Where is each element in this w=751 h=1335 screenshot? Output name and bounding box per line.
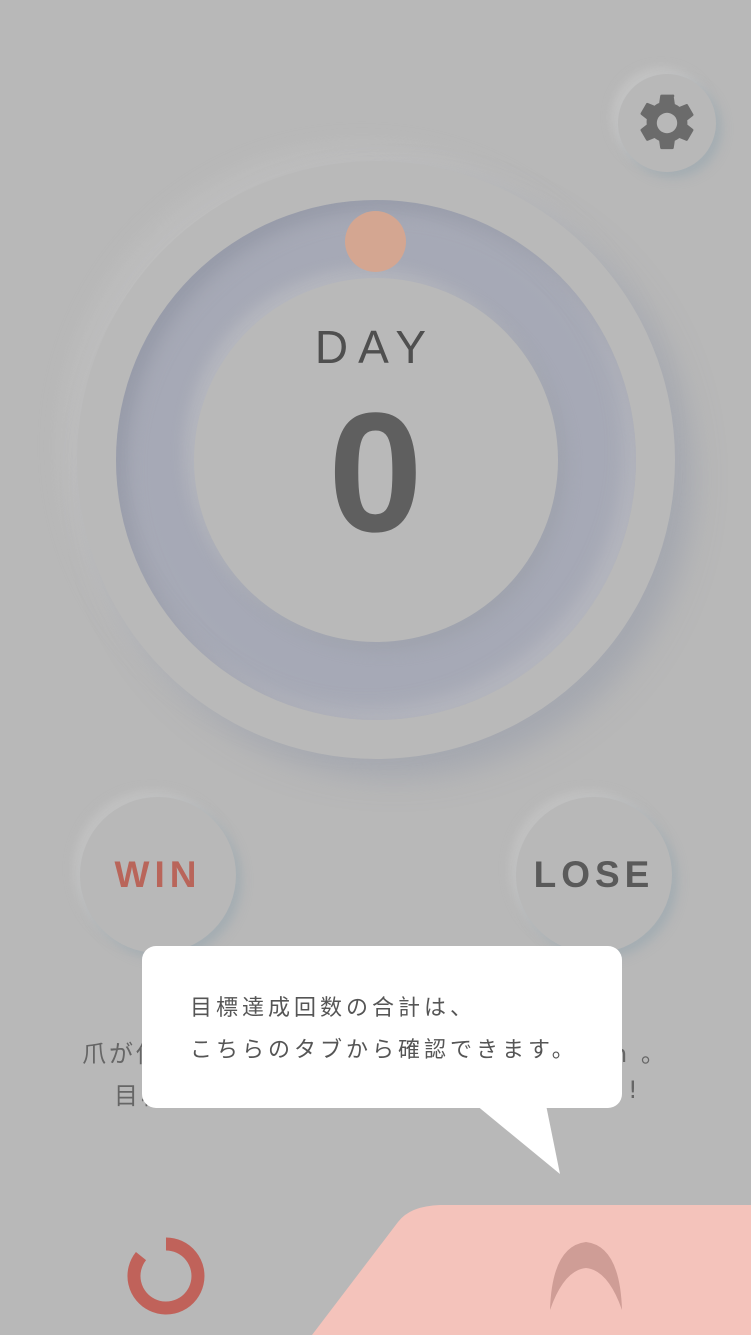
tab-active-background (312, 1205, 751, 1335)
lose-button-label: LOSE (533, 854, 655, 895)
settings-button[interactable] (618, 74, 716, 172)
progress-indicator-dot (345, 211, 406, 272)
tooltip-tail (470, 1100, 560, 1174)
lose-button[interactable]: LOSE (516, 797, 672, 953)
day-count-value: 0 (328, 378, 423, 568)
gear-icon (640, 94, 694, 150)
background-message-line-2-right: ! (628, 1076, 641, 1104)
tooltip-line-1: 目標達成回数の合計は、 (190, 996, 477, 1021)
win-button-label: WIN (114, 854, 202, 895)
win-button[interactable]: WIN (80, 797, 236, 953)
tooltip-line-2: こちらのタブから確認できます。 (190, 1038, 578, 1063)
tab-arch-icon[interactable] (548, 1240, 624, 1312)
tab-progress-ring-icon[interactable] (124, 1234, 208, 1318)
tooltip-bubble: 目標達成回数の合計は、 こちらのタブから確認できます。 (142, 946, 622, 1108)
day-label: DAY (314, 321, 437, 373)
screen: DAY 0 WIN LOSE 爪が伸 n 。 目標 ! 目標達成回数の合計は、 … (0, 0, 751, 1335)
